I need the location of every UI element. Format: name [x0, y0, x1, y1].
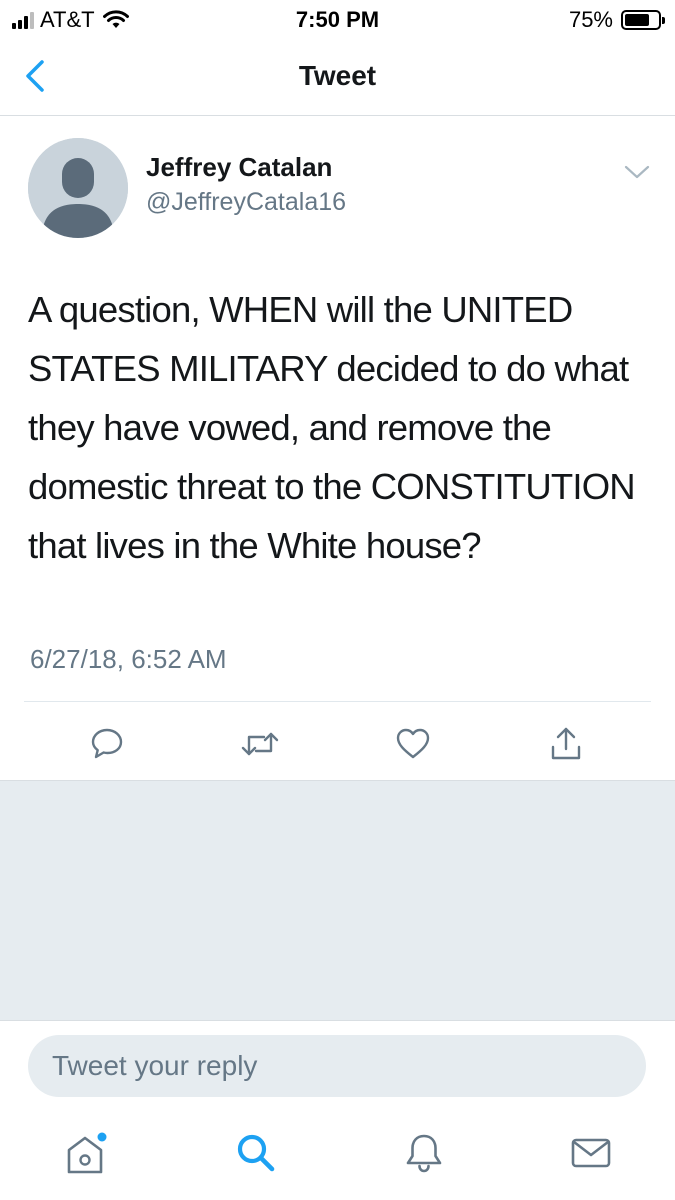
heart-icon: [396, 728, 430, 759]
tab-home[interactable]: [61, 1128, 111, 1178]
reply-button[interactable]: [85, 722, 129, 766]
status-bar: AT&T 7:50 PM 75%: [0, 0, 675, 38]
battery-fill: [625, 14, 649, 26]
bell-icon: [406, 1134, 442, 1173]
chevron-down-icon: [624, 165, 650, 179]
reply-bar: [0, 1020, 675, 1108]
divider: [24, 701, 651, 702]
status-right: 75%: [568, 7, 665, 33]
avatar[interactable]: [28, 138, 128, 238]
user-handle[interactable]: @JeffreyCatala16: [146, 188, 346, 217]
retweet-icon: [241, 732, 279, 756]
tweet-timestamp: 6/27/18, 6:52 AM: [30, 644, 227, 674]
default-avatar-icon: [28, 138, 128, 238]
tab-notifications[interactable]: [399, 1128, 449, 1178]
envelope-icon: [571, 1138, 611, 1168]
tab-search[interactable]: [231, 1128, 281, 1178]
share-icon: [551, 727, 581, 760]
tweet-actions: [0, 716, 675, 772]
search-icon: [237, 1134, 275, 1172]
speech-bubble-icon: [91, 728, 123, 759]
battery-icon: [621, 10, 665, 30]
tweet-text: A question, WHEN will the UNITED STATES …: [28, 289, 636, 566]
tab-bar: [0, 1108, 675, 1200]
tweet-options-button[interactable]: [622, 160, 652, 184]
tab-messages[interactable]: [566, 1128, 616, 1178]
home-icon: [67, 1132, 107, 1174]
page-title: Tweet: [298, 60, 377, 91]
replies-area: [0, 780, 675, 1020]
battery-percent: 75%: [568, 7, 613, 32]
user-name[interactable]: Jeffrey Catalan: [146, 152, 332, 183]
retweet-button[interactable]: [238, 722, 282, 766]
nav-bar: Tweet: [0, 40, 675, 116]
reply-input[interactable]: [28, 1035, 646, 1097]
like-button[interactable]: [391, 722, 435, 766]
share-button[interactable]: [544, 722, 588, 766]
tweet-detail-screen: AT&T 7:50 PM 75% Tweet Jeffrey Catalan @…: [0, 0, 675, 1200]
